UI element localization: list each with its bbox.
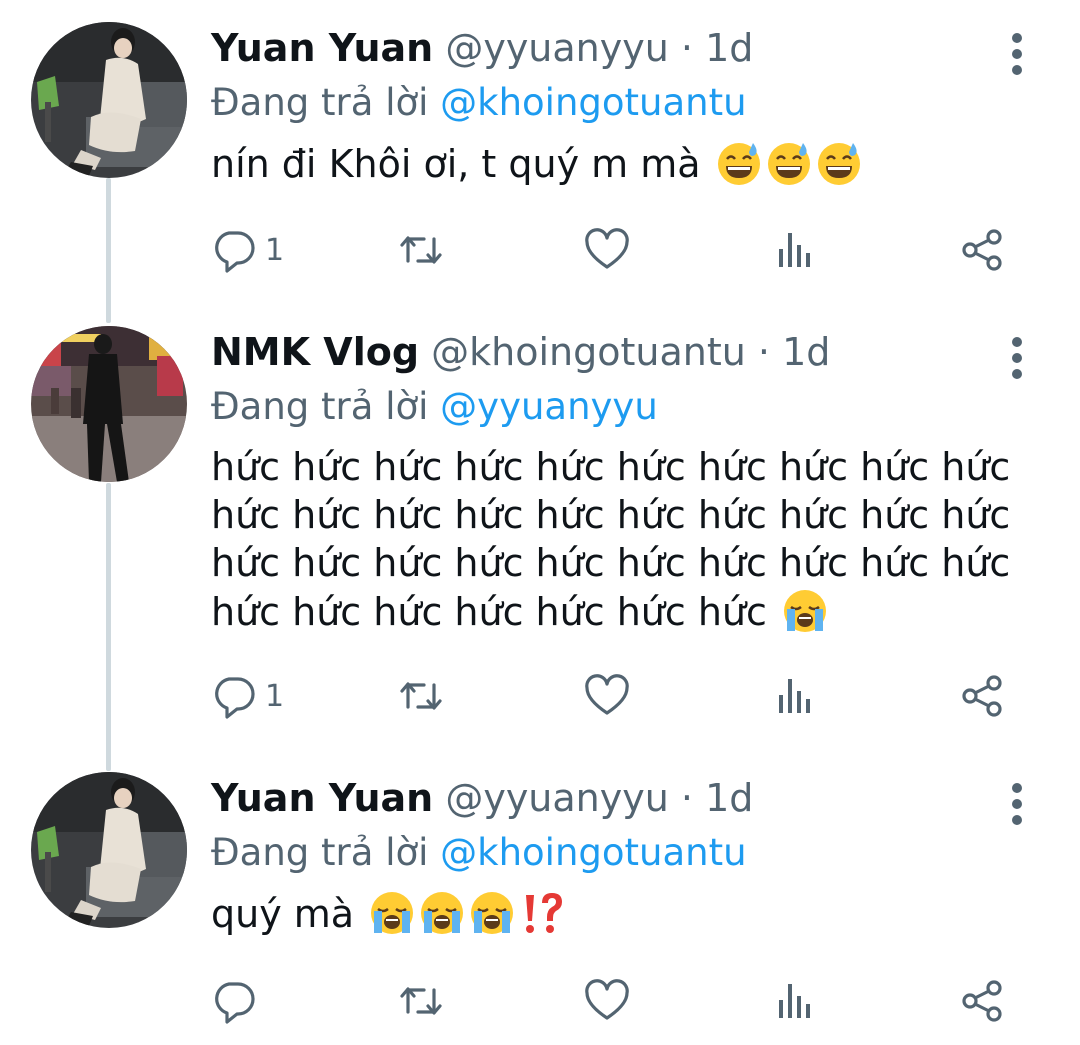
share-icon — [960, 673, 1006, 719]
heart-icon — [584, 673, 630, 719]
tweet[interactable]: NMK Vlog @khoingotuantu · 1d Đang trả lờ… — [0, 326, 1080, 746]
avatar[interactable] — [31, 326, 187, 482]
more-vertical-icon[interactable] — [1002, 780, 1032, 828]
retweet-button[interactable] — [398, 226, 444, 274]
retweet-icon — [398, 978, 444, 1024]
timestamp[interactable]: 1d — [705, 26, 753, 70]
tweet-text: quý mà — [211, 889, 1031, 938]
reply-count: 1 — [265, 232, 285, 268]
views-icon — [772, 227, 818, 273]
loudly-crying-emoji — [368, 889, 416, 937]
views-icon — [772, 673, 818, 719]
separator-dot: · — [680, 776, 694, 820]
like-button[interactable] — [584, 977, 630, 1025]
share-button[interactable] — [960, 672, 1006, 720]
share-button[interactable] — [960, 226, 1006, 274]
like-button[interactable] — [584, 226, 630, 274]
separator-dot: · — [680, 26, 694, 70]
tweet[interactable]: Yuan Yuan @yyuanyyu · 1d Đang trả lời @k… — [0, 772, 1080, 1042]
grinning-sweat-emoji — [815, 139, 863, 187]
action-bar — [211, 977, 1011, 1025]
tweet-header: Yuan Yuan @yyuanyyu · 1d — [211, 22, 753, 74]
tweet-text-content: quý mà — [211, 892, 355, 936]
retweet-icon — [398, 673, 444, 719]
timestamp[interactable]: 1d — [705, 776, 753, 820]
more-vertical-icon[interactable] — [1002, 334, 1032, 382]
grinning-sweat-emoji — [765, 139, 813, 187]
tweet-text: nín đi Khôi ơi, t quý m mà — [211, 139, 1031, 188]
retweet-button[interactable] — [398, 977, 444, 1025]
replying-to-mention[interactable]: @khoingotuantu — [440, 81, 746, 124]
reply-icon — [211, 673, 257, 719]
replying-to-mention[interactable]: @khoingotuantu — [440, 831, 746, 874]
handle[interactable]: @yyuanyyu — [445, 776, 669, 820]
reply-count: 1 — [265, 678, 285, 714]
reply-icon — [211, 978, 257, 1024]
tweet-header: Yuan Yuan @yyuanyyu · 1d — [211, 772, 753, 824]
display-name[interactable]: Yuan Yuan — [211, 26, 433, 70]
grinning-sweat-emoji — [715, 139, 763, 187]
tweet-text-content: hức hức hức hức hức hức hức hức hức hức … — [211, 445, 1011, 634]
heart-icon — [584, 227, 630, 273]
timestamp[interactable]: 1d — [782, 330, 830, 374]
share-icon — [960, 978, 1006, 1024]
reply-button[interactable]: 1 — [211, 672, 284, 720]
reply-button[interactable] — [211, 977, 265, 1025]
replying-to-line: Đang trả lời @yyuanyyu — [211, 382, 658, 432]
exclamation-question-emoji — [518, 889, 566, 937]
share-icon — [960, 227, 1006, 273]
loudly-crying-emoji — [781, 587, 829, 635]
replying-to-line: Đang trả lời @khoingotuantu — [211, 828, 747, 878]
handle[interactable]: @khoingotuantu — [431, 330, 746, 374]
views-button[interactable] — [772, 672, 818, 720]
replying-to-mention[interactable]: @yyuanyyu — [440, 385, 658, 428]
more-vertical-icon[interactable] — [1002, 30, 1032, 78]
avatar[interactable] — [31, 772, 187, 928]
share-button[interactable] — [960, 977, 1006, 1025]
action-bar: 1 — [211, 226, 1011, 274]
loudly-crying-emoji — [468, 889, 516, 937]
replying-prefix: Đang trả lời — [211, 831, 429, 874]
reply-thread: Yuan Yuan @yyuanyyu · 1d Đang trả lời @k… — [0, 0, 1080, 1045]
views-button[interactable] — [772, 977, 818, 1025]
action-bar: 1 — [211, 672, 1011, 720]
reply-button[interactable]: 1 — [211, 226, 284, 274]
avatar[interactable] — [31, 22, 187, 178]
tweet-text: hức hức hức hức hức hức hức hức hức hức … — [211, 443, 1031, 636]
display-name[interactable]: Yuan Yuan — [211, 776, 433, 820]
retweet-button[interactable] — [398, 672, 444, 720]
replying-to-line: Đang trả lời @khoingotuantu — [211, 78, 747, 128]
tweet[interactable]: Yuan Yuan @yyuanyyu · 1d Đang trả lời @k… — [0, 22, 1080, 302]
like-button[interactable] — [584, 672, 630, 720]
replying-prefix: Đang trả lời — [211, 385, 429, 428]
tweet-header: NMK Vlog @khoingotuantu · 1d — [211, 326, 830, 378]
heart-icon — [584, 978, 630, 1024]
retweet-icon — [398, 227, 444, 273]
loudly-crying-emoji — [418, 889, 466, 937]
display-name[interactable]: NMK Vlog — [211, 330, 419, 374]
views-icon — [772, 978, 818, 1024]
reply-icon — [211, 227, 257, 273]
tweet-text-content: nín đi Khôi ơi, t quý m mà — [211, 142, 701, 186]
views-button[interactable] — [772, 226, 818, 274]
replying-prefix: Đang trả lời — [211, 81, 429, 124]
handle[interactable]: @yyuanyyu — [445, 26, 669, 70]
separator-dot: · — [757, 330, 771, 374]
